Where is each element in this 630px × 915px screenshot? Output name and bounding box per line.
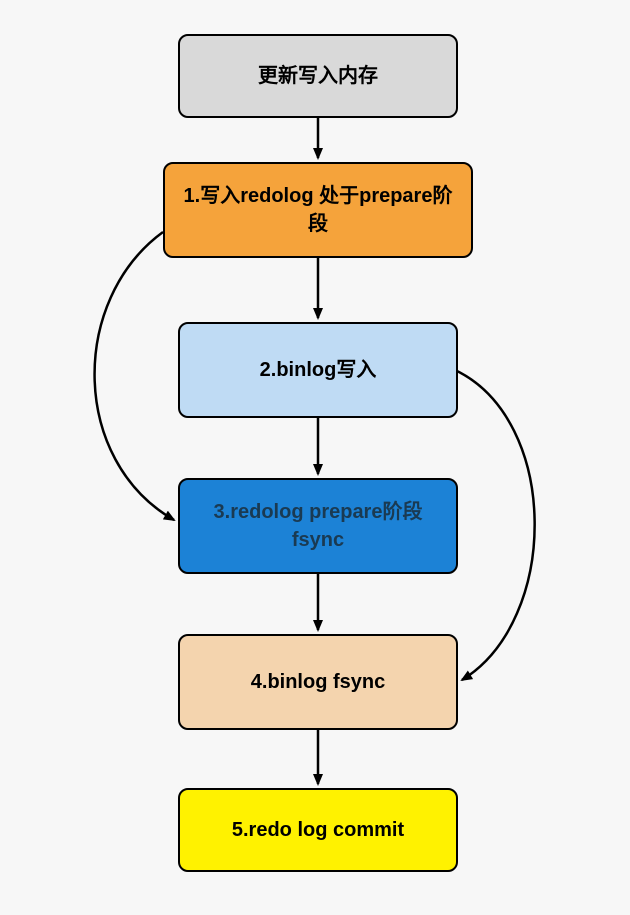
node-label: 2.binlog写入 — [260, 356, 377, 384]
node-label: 4.binlog fsync — [251, 668, 385, 696]
node-label: 3.redolog prepare阶段fsync — [194, 498, 442, 554]
node-memory-write: 更新写入内存 — [178, 34, 458, 118]
node-label: 更新写入内存 — [258, 62, 378, 90]
arrows-layer — [0, 0, 630, 915]
node-label: 5.redo log commit — [232, 816, 404, 844]
node-redolog-prepare-write: 1.写入redolog 处于prepare阶段 — [163, 162, 473, 258]
flowchart-canvas: 更新写入内存 1.写入redolog 处于prepare阶段 2.binlog写… — [0, 0, 630, 915]
node-label: 1.写入redolog 处于prepare阶段 — [179, 182, 457, 238]
node-redolog-commit: 5.redo log commit — [178, 788, 458, 872]
node-binlog-fsync: 4.binlog fsync — [178, 634, 458, 730]
node-binlog-write: 2.binlog写入 — [178, 322, 458, 418]
node-redolog-prepare-fsync: 3.redolog prepare阶段fsync — [178, 478, 458, 574]
